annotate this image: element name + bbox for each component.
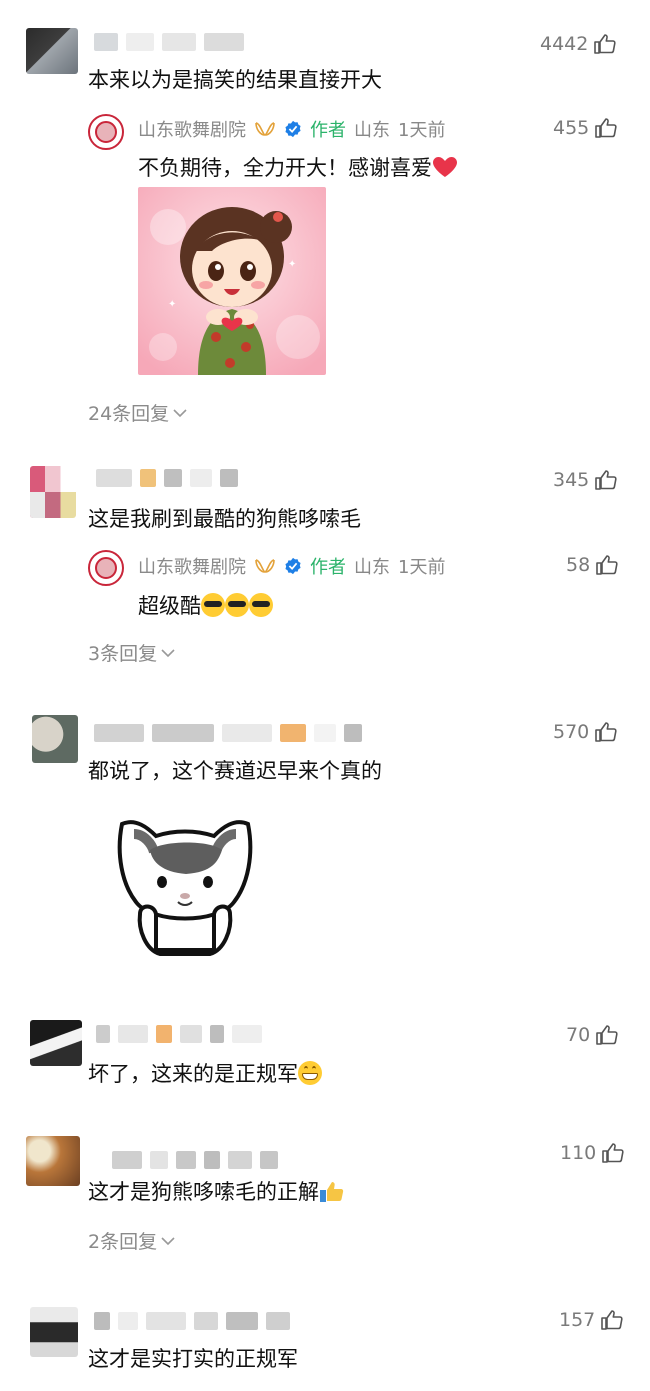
svg-text:✦: ✦ <box>168 299 176 310</box>
avatar[interactable] <box>30 466 76 518</box>
author-name[interactable]: 山东歌舞剧院 <box>138 553 246 579</box>
replies-count-label: 24条回复 <box>88 403 170 425</box>
username-redacted[interactable] <box>96 468 238 488</box>
avatar[interactable] <box>30 1020 82 1066</box>
like-button[interactable]: 110 <box>560 1141 625 1165</box>
author-avatar[interactable] <box>88 114 124 150</box>
username-redacted[interactable] <box>94 32 244 52</box>
comment-text: 这才是狗熊哆嗦毛的正解 <box>88 1176 345 1206</box>
like-count: 157 <box>559 1309 596 1331</box>
chevron-down-icon <box>173 408 187 417</box>
like-button[interactable]: 4442 <box>540 32 617 56</box>
like-count: 345 <box>553 469 590 491</box>
reply-text: 不负期待，全力开大！感谢喜爱 <box>138 152 458 182</box>
svg-text:✦: ✦ <box>288 259 296 270</box>
like-count: 4442 <box>540 33 589 55</box>
like-count: 455 <box>553 117 590 139</box>
thumbs-up-icon <box>594 34 616 54</box>
like-count: 70 <box>566 1024 591 1046</box>
like-count: 58 <box>566 554 591 576</box>
username-redacted[interactable] <box>94 1311 290 1331</box>
username-redacted[interactable] <box>96 1024 262 1044</box>
avatar[interactable] <box>32 715 78 763</box>
sunglasses-emoji <box>201 593 273 618</box>
reply-time: 1天前 <box>398 120 446 141</box>
author-tag: 作者 <box>310 120 346 141</box>
author-tag: 作者 <box>310 557 346 578</box>
comment-text-body: 坏了，这来的是正规军 <box>88 1062 298 1086</box>
username-redacted[interactable] <box>94 723 362 743</box>
reply-text-body: 超级酷 <box>138 594 201 618</box>
thumbs-up-icon <box>595 118 617 138</box>
author-avatar[interactable] <box>88 550 124 586</box>
avatar[interactable] <box>26 28 78 74</box>
cat-sticker <box>117 820 253 956</box>
comment-text: 坏了，这来的是正规军 <box>88 1058 322 1088</box>
comment-text-body: 这才是狗熊哆嗦毛的正解 <box>88 1180 319 1204</box>
like-count: 570 <box>553 721 590 743</box>
chevron-down-icon <box>161 648 175 657</box>
grinning-emoji <box>298 1061 322 1085</box>
thumbs-up-icon <box>602 1143 624 1163</box>
member-ribbon-icon <box>255 122 275 136</box>
thumbs-up-icon <box>596 1025 618 1045</box>
reply-location: 山东 <box>354 120 390 141</box>
reply-location: 山东 <box>354 557 390 578</box>
reply-time: 1天前 <box>398 557 446 578</box>
thumbs-up-icon <box>595 722 617 742</box>
reply-meta: 山东歌舞剧院 作者 山东 1天前 <box>138 116 445 142</box>
comment-text: 本来以为是搞笑的结果直接开大 <box>88 68 382 92</box>
like-button[interactable]: 570 <box>553 720 618 744</box>
thumbs-up-icon <box>595 470 617 490</box>
username-redacted[interactable] <box>112 1150 278 1170</box>
author-name[interactable]: 山东歌舞剧院 <box>138 116 246 142</box>
view-replies-button[interactable]: 3条回复 <box>88 639 175 666</box>
reply-text: 超级酷 <box>138 590 273 620</box>
like-button[interactable]: 70 <box>566 1023 619 1047</box>
comment-text: 这才是实打实的正规军 <box>88 1347 298 1371</box>
avatar[interactable] <box>26 1136 80 1186</box>
verified-badge-icon <box>285 557 301 575</box>
reply-meta: 山东歌舞剧院 作者 山东 1天前 <box>138 553 445 579</box>
thumbs-up-icon <box>601 1310 623 1330</box>
sticker-image[interactable]: ✦ ✦ <box>138 187 326 375</box>
like-count: 110 <box>560 1142 597 1164</box>
thumbs-up-icon <box>596 555 618 575</box>
comment-text: 这是我刷到最酷的狗熊哆嗦毛 <box>88 507 361 531</box>
view-replies-button[interactable]: 24条回复 <box>88 399 187 426</box>
replies-count-label: 3条回复 <box>88 643 158 665</box>
like-button[interactable]: 157 <box>559 1308 624 1332</box>
sticker-image[interactable] <box>110 810 260 960</box>
comment-text: 都说了，这个赛道迟早来个真的 <box>88 759 382 783</box>
like-button[interactable]: 455 <box>553 116 618 140</box>
cartoon-girl-heart-sticker: ✦ ✦ <box>138 187 326 375</box>
avatar[interactable] <box>30 1307 78 1357</box>
replies-count-label: 2条回复 <box>88 1231 158 1253</box>
member-ribbon-icon <box>255 559 275 573</box>
view-replies-button[interactable]: 2条回复 <box>88 1227 175 1254</box>
chevron-down-icon <box>161 1236 175 1245</box>
like-button[interactable]: 58 <box>566 553 619 577</box>
verified-badge-icon <box>285 120 301 138</box>
like-button[interactable]: 345 <box>553 468 618 492</box>
red-heart-emoji <box>433 157 457 177</box>
thumbs-up-emoji <box>320 1182 344 1202</box>
reply-text-body: 不负期待，全力开大！感谢喜爱 <box>138 156 432 180</box>
